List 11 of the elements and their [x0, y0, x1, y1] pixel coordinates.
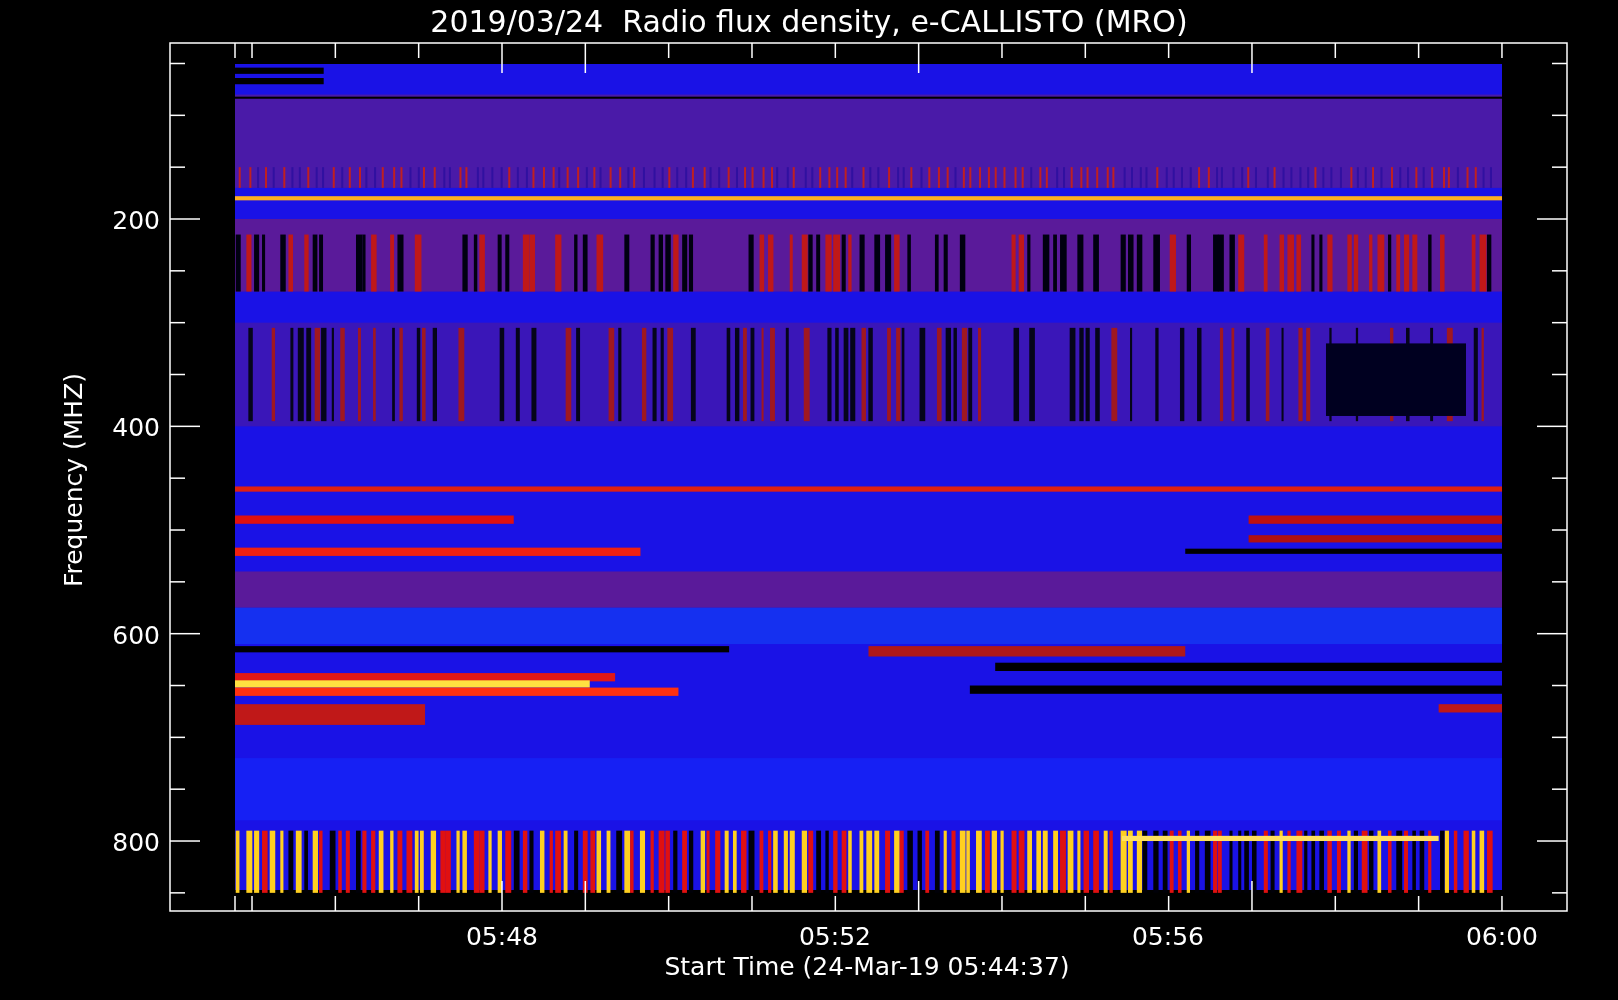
- axis-tick-label: 06:00: [1466, 922, 1538, 951]
- chart-title: 2019/03/24 Radio flux density, e-CALLISTO (MRO): [430, 4, 1188, 39]
- axis-title: Frequency (MHZ): [59, 372, 88, 588]
- axis-title: Start Time (24-Mar-19 05:44:37): [664, 952, 1070, 981]
- axis-tick-label: 05:52: [799, 922, 871, 951]
- axis-tick-label: 05:56: [1132, 922, 1204, 951]
- axis-tick-label: 400: [112, 413, 160, 443]
- axis-tick-label: 800: [112, 828, 160, 857]
- axis-tick-label: 600: [112, 620, 160, 650]
- axis-tick-label: 200: [112, 206, 160, 235]
- axis-tick-label: 05:48: [466, 922, 538, 951]
